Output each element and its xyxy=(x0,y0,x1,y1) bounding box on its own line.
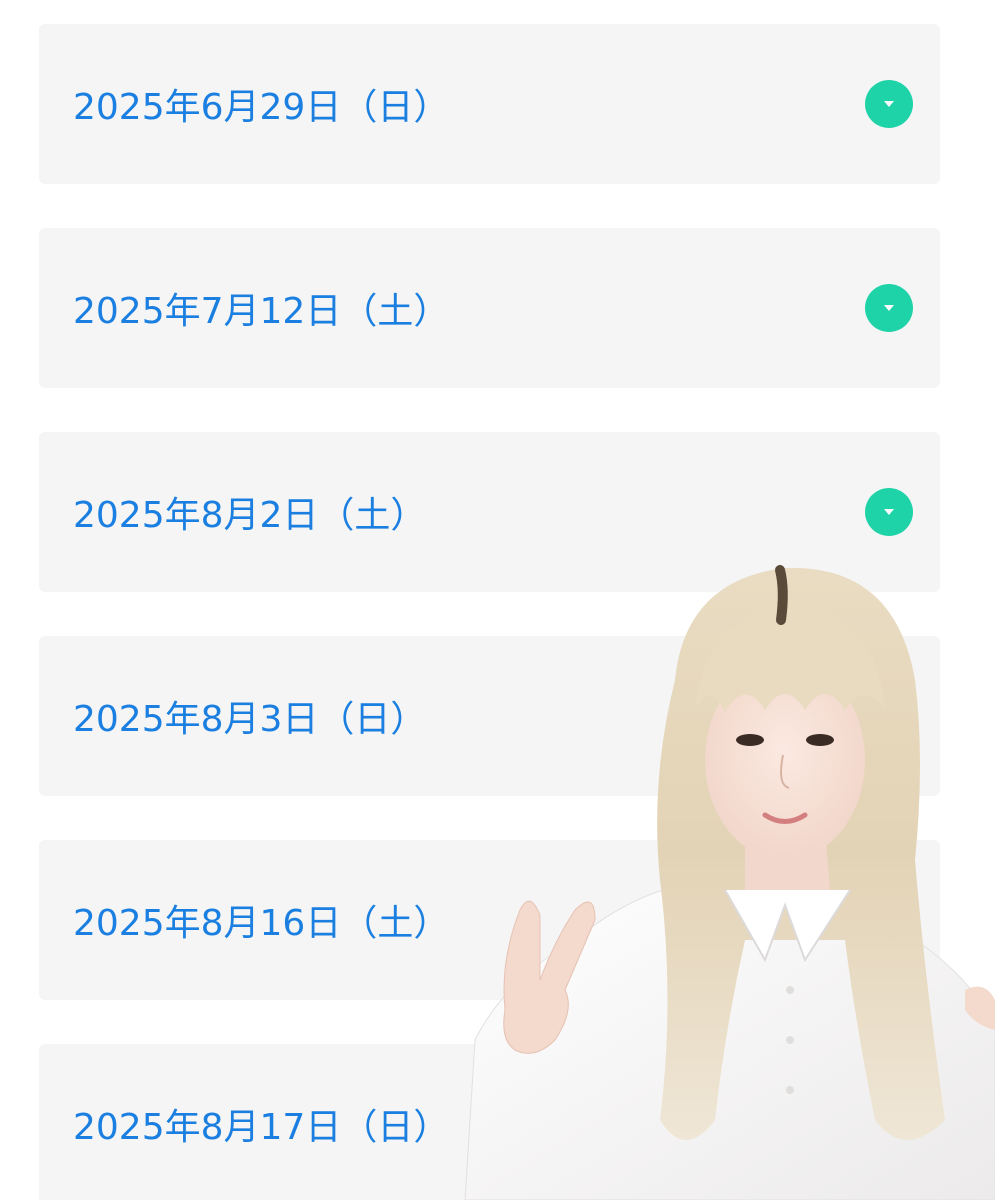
accordion-item-2025-07-12[interactable]: 2025年7月12日（土） xyxy=(39,228,940,388)
accordion-date-label: 2025年8月16日（土） xyxy=(73,903,450,944)
accordion-item-2025-08-16[interactable]: 2025年8月16日（土） xyxy=(39,840,940,1000)
accordion-date-label: 2025年8月3日（日） xyxy=(73,699,427,740)
date-accordion-list: 2025年6月29日（日） 2025年7月12日（土） 2025年8月2日（土）… xyxy=(39,24,940,1200)
accordion-item-2025-08-02[interactable]: 2025年8月2日（土） xyxy=(39,432,940,592)
accordion-item-2025-08-17[interactable]: 2025年8月17日（日） xyxy=(39,1044,940,1200)
chevron-down-icon[interactable] xyxy=(865,488,913,536)
accordion-date-label: 2025年7月12日（土） xyxy=(73,291,450,332)
accordion-date-label: 2025年8月17日（日） xyxy=(73,1107,450,1148)
chevron-down-icon[interactable] xyxy=(865,80,913,128)
accordion-item-2025-08-03[interactable]: 2025年8月3日（日） xyxy=(39,636,940,796)
accordion-item-2025-06-29[interactable]: 2025年6月29日（日） xyxy=(39,24,940,184)
accordion-date-label: 2025年8月2日（土） xyxy=(73,495,427,536)
accordion-date-label: 2025年6月29日（日） xyxy=(73,87,450,128)
page: 2025年6月29日（日） 2025年7月12日（土） 2025年8月2日（土）… xyxy=(0,0,995,1200)
chevron-down-icon[interactable] xyxy=(865,284,913,332)
